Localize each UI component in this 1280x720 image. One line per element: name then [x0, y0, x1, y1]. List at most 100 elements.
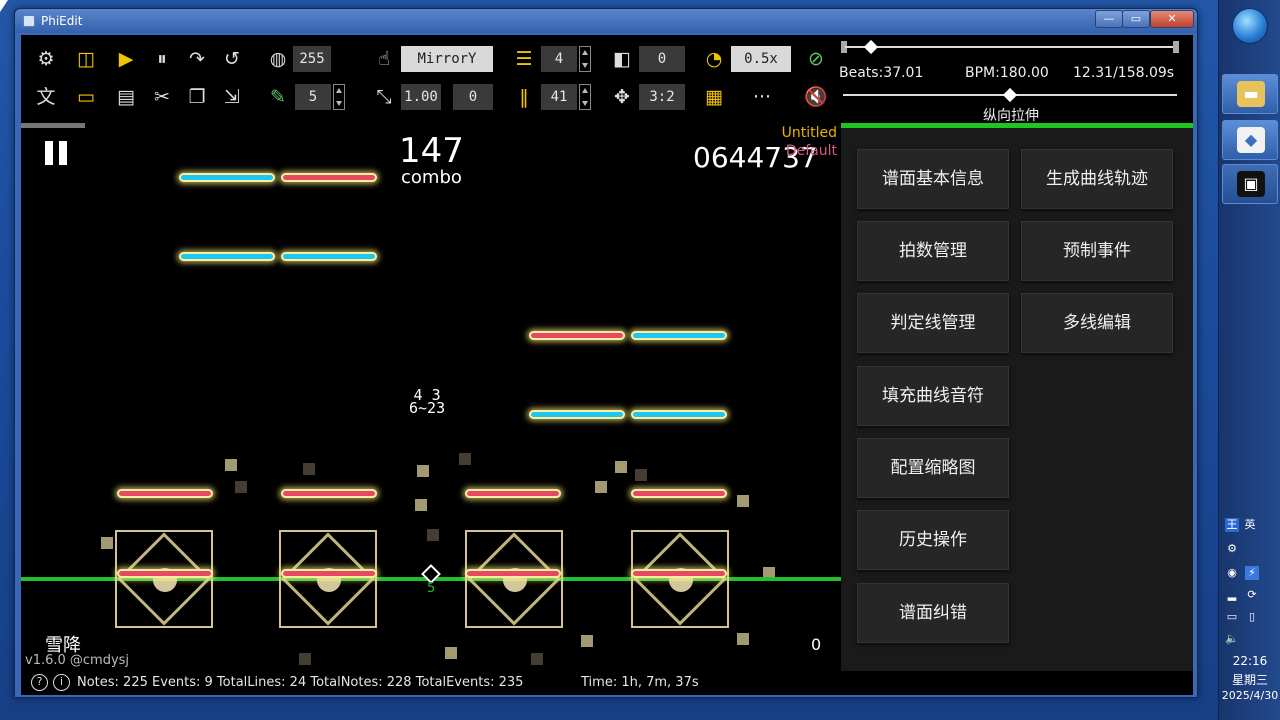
help-icon[interactable]: ? — [31, 674, 48, 691]
tray-app-icon[interactable]: ◉ — [1225, 566, 1239, 580]
ime-icon[interactable]: 王 — [1225, 518, 1239, 532]
clock-date: 2025/4/30 — [1221, 689, 1279, 702]
flip-icon[interactable]: ◧ — [609, 46, 635, 72]
grid-columns-icon: ‖ — [519, 86, 529, 108]
ime-language[interactable]: 英 — [1243, 518, 1257, 532]
hit-particle — [303, 463, 315, 475]
note-tap[interactable] — [631, 331, 727, 340]
judge-line-manager-button[interactable]: 判定线管理 — [857, 293, 1009, 353]
chart-preview[interactable]: 147 combo 0644737 Untitled Default 4 3 6… — [21, 123, 841, 671]
phiedit-app-icon: ◆ — [1237, 127, 1265, 153]
replay-icon[interactable]: ↺ — [219, 46, 245, 72]
chart-info-button[interactable]: 谱面基本信息 — [857, 149, 1009, 209]
note-tap[interactable] — [631, 410, 727, 419]
minimize-button[interactable]: — — [1095, 10, 1123, 28]
note-drag[interactable] — [465, 489, 561, 498]
fill-curve-notes-button[interactable]: 填充曲线音符 — [857, 366, 1009, 426]
maximize-button[interactable]: ▭ — [1122, 10, 1150, 28]
note-tap[interactable] — [281, 252, 377, 261]
start-button[interactable] — [1232, 8, 1268, 44]
note-drag[interactable] — [117, 569, 213, 578]
taskbar-explorer[interactable]: ▬ — [1222, 74, 1278, 114]
hit-particle — [615, 461, 627, 473]
note-drag[interactable] — [465, 569, 561, 578]
mute-icon[interactable]: 🔇 — [803, 84, 829, 110]
note-drag[interactable] — [631, 569, 727, 578]
note-tap[interactable] — [179, 173, 275, 182]
info-icon[interactable]: i — [53, 674, 70, 691]
taskbar-phiedit[interactable]: ◆ — [1222, 120, 1278, 160]
stretch-knob[interactable] — [1002, 87, 1018, 103]
redo-icon[interactable]: ↷ — [184, 46, 210, 72]
close-button[interactable]: ✕ — [1150, 10, 1194, 28]
hit-particle — [101, 537, 113, 549]
grid-input[interactable]: 41 — [541, 84, 577, 110]
layout-icon[interactable]: ▦ — [701, 84, 727, 110]
pause-circle-icon[interactable]: ⏸ — [149, 46, 175, 72]
clock-time[interactable]: 22:16 — [1219, 654, 1280, 668]
flash-icon[interactable]: ⚡ — [1245, 566, 1259, 580]
copy-icon[interactable]: ❐ — [184, 84, 210, 110]
grid-stepper[interactable] — [579, 84, 591, 110]
beat-manager-button[interactable]: 拍数管理 — [857, 221, 1009, 281]
stretch-label: 纵向拉伸 — [983, 108, 1039, 124]
status-bar: ? i Notes: 225 Events: 9 TotalLines: 24 … — [21, 671, 1193, 695]
hit-particle — [417, 465, 429, 477]
touch-hand-icon[interactable]: ☝ — [371, 46, 397, 72]
monitor-icon[interactable]: ▭ — [73, 84, 99, 110]
line-index-label: 5 — [427, 581, 436, 596]
note-tap[interactable] — [179, 252, 275, 261]
visibility-off-icon[interactable]: ⊘ — [803, 46, 829, 72]
window-title: PhiEdit — [41, 14, 83, 28]
mirror-select[interactable]: MirrorY — [401, 46, 493, 72]
edit-stepper[interactable] — [333, 84, 345, 110]
split-view-icon[interactable]: ◫ — [73, 46, 99, 72]
hit-particle — [415, 499, 427, 511]
alpha-input[interactable]: 255 — [293, 46, 331, 72]
tool-panel: 谱面基本信息 生成曲线轨迹 拍数管理 预制事件 判定线管理 多线编辑 填充曲线音… — [841, 123, 1193, 671]
settings-gear-icon[interactable]: ⚙ — [33, 46, 59, 72]
scale-offset-input[interactable]: 0 — [453, 84, 493, 110]
move-arrows-icon[interactable]: ✥ — [609, 84, 635, 110]
progress-knob[interactable] — [863, 39, 878, 55]
note-drag[interactable] — [631, 489, 727, 498]
hit-particle — [635, 469, 647, 481]
export-icon[interactable]: ⇲ — [219, 84, 245, 110]
title-bar[interactable]: PhiEdit — ▭ ✕ — [15, 9, 1197, 33]
note-drag[interactable] — [117, 489, 213, 498]
note-drag[interactable] — [529, 331, 625, 340]
edit-input[interactable]: 5 — [295, 84, 331, 110]
note-drag[interactable] — [281, 569, 377, 578]
generate-curve-button[interactable]: 生成曲线轨迹 — [1021, 149, 1173, 209]
document-icon[interactable]: ▤ — [113, 84, 139, 110]
cut-icon[interactable]: ✂ — [149, 84, 175, 110]
lines-stepper[interactable] — [579, 46, 591, 72]
preset-events-button[interactable]: 预制事件 — [1021, 221, 1173, 281]
ratio-select[interactable]: 3:2 — [639, 84, 685, 110]
history-button[interactable]: 历史操作 — [857, 510, 1009, 570]
more-icon[interactable]: ··· — [749, 84, 775, 110]
hit-particle — [299, 653, 311, 665]
chart-check-button[interactable]: 谱面纠错 — [857, 583, 1009, 643]
scale-input[interactable]: 1.00 — [401, 84, 441, 110]
device-icon[interactable]: ▭ — [1225, 610, 1239, 624]
clipboard-icon[interactable]: ▯ — [1245, 610, 1259, 624]
progress-track[interactable] — [845, 46, 1177, 48]
lines-input[interactable]: 4 — [541, 46, 577, 72]
sync-icon[interactable]: ⟳ — [1245, 588, 1259, 602]
thumbnail-config-button[interactable]: 配置缩略图 — [857, 438, 1009, 498]
volume-icon[interactable]: 🔈 — [1225, 632, 1239, 646]
note-drag[interactable] — [281, 173, 377, 182]
network-signal-icon[interactable]: ▂ — [1225, 588, 1239, 602]
speed-select[interactable]: 0.5x — [731, 46, 791, 72]
taskbar-recorder[interactable]: ▣ — [1222, 164, 1278, 204]
note-tap[interactable] — [529, 410, 625, 419]
note-drag[interactable] — [281, 489, 377, 498]
multi-line-edit-button[interactable]: 多线编辑 — [1021, 293, 1173, 353]
shrink-icon[interactable]: ⤡ — [371, 84, 397, 110]
translate-icon[interactable]: 文 — [33, 84, 59, 110]
pause-icon[interactable] — [45, 141, 67, 165]
settings-gear-icon[interactable]: ⚙ — [1225, 542, 1239, 556]
play-icon[interactable]: ▶ — [113, 46, 139, 72]
offset-input[interactable]: 0 — [639, 46, 685, 72]
